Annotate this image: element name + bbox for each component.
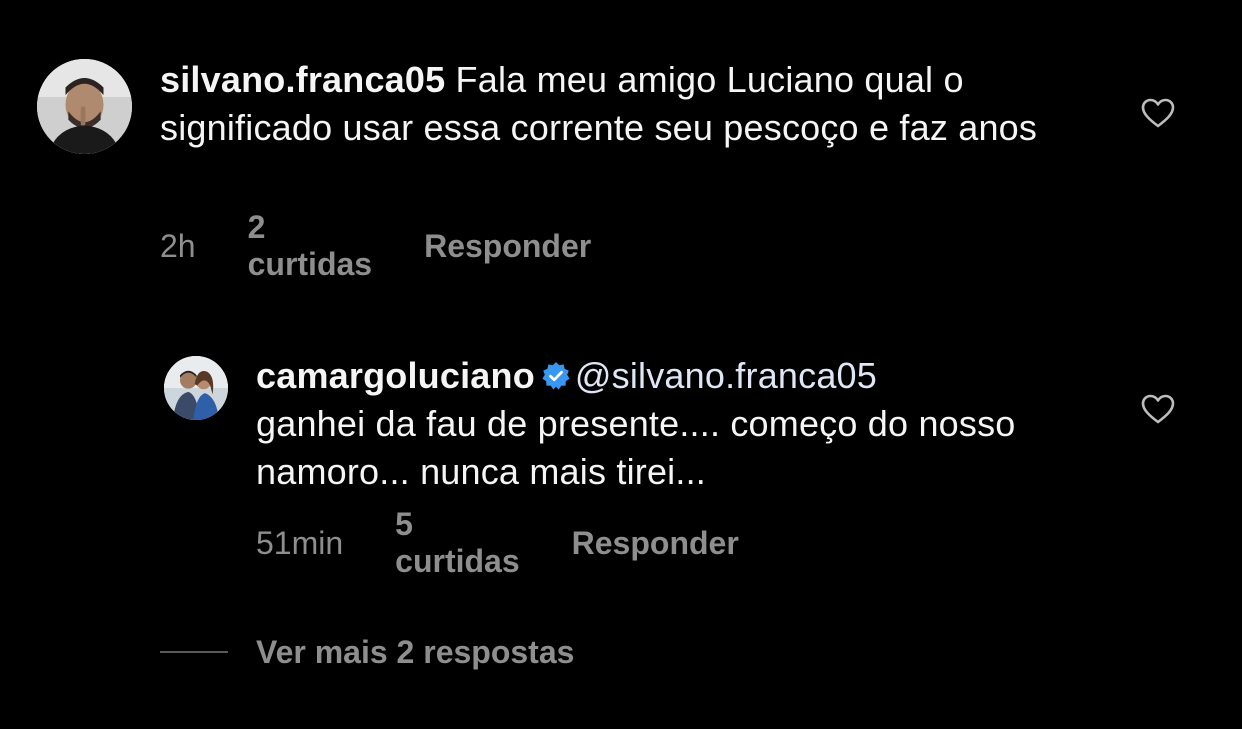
reply-text: ganhei da fau de presente.... começo do … bbox=[256, 403, 1016, 492]
reply-mention[interactable]: @silvano.franca05 bbox=[575, 355, 877, 396]
user-avatar-photo-icon bbox=[37, 59, 132, 154]
view-more-replies-button[interactable]: Ver mais 2 respostas bbox=[160, 632, 574, 672]
comment-username[interactable]: silvano.franca05 bbox=[160, 59, 445, 100]
commenter-avatar[interactable] bbox=[37, 59, 132, 154]
view-more-replies-label: Ver mais 2 respostas bbox=[256, 633, 575, 670]
comment-likes-count[interactable]: 2 curtidas bbox=[248, 209, 372, 283]
comment-reply-button[interactable]: Responder bbox=[424, 228, 591, 265]
user-avatar-photo-icon bbox=[164, 356, 228, 420]
reply-username[interactable]: camargoluciano bbox=[256, 355, 535, 396]
heart-outline-icon[interactable] bbox=[1140, 393, 1176, 425]
reply-likes-count[interactable]: 5 curtidas bbox=[395, 506, 519, 580]
comment-body: silvano.franca05 Fala meu amigo Luciano … bbox=[160, 56, 1095, 152]
comment-meta: 2h 2 curtidas Responder bbox=[160, 209, 591, 282]
reply-reply-button[interactable]: Responder bbox=[572, 525, 739, 562]
reply-avatar[interactable] bbox=[164, 356, 228, 420]
verified-badge-icon bbox=[542, 362, 570, 390]
reply-timestamp: 51min bbox=[256, 524, 344, 561]
comment-timestamp: 2h bbox=[160, 227, 196, 264]
heart-outline-icon[interactable] bbox=[1140, 97, 1176, 129]
reply-body: camargoluciano @silvano.franca05 ganhei da… bbox=[256, 352, 1086, 496]
reply-meta: 51min 5 curtidas Responder bbox=[256, 506, 739, 579]
divider-line bbox=[160, 651, 228, 653]
